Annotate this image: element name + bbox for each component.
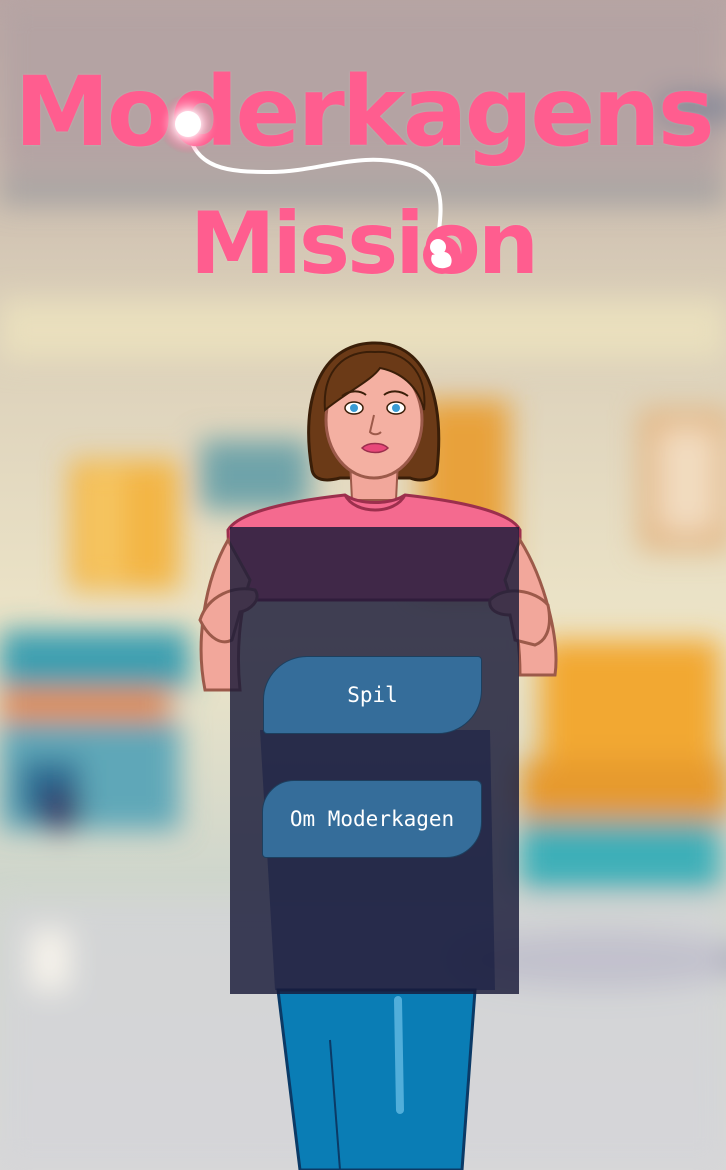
main-menu-panel bbox=[230, 527, 519, 994]
game-screen: Moderkagens Mission Spil Om Moderkagen bbox=[0, 0, 726, 1170]
title-ornaments bbox=[158, 94, 461, 274]
fetus-icon bbox=[423, 236, 461, 274]
about-placenta-button[interactable]: Om Moderkagen bbox=[262, 780, 482, 858]
play-button[interactable]: Spil bbox=[263, 656, 482, 734]
glowing-orb-icon bbox=[158, 94, 218, 154]
